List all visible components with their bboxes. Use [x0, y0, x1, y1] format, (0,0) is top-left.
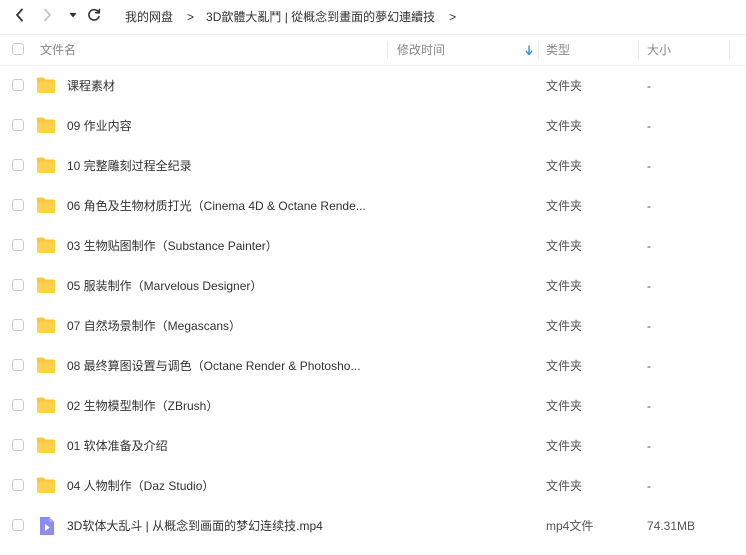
file-size: - [647, 479, 651, 493]
file-row[interactable]: 课程素材 文件夹 - [0, 66, 746, 106]
file-name[interactable]: 04 人物制作（Daz Studio） [67, 466, 385, 506]
forward-button[interactable] [36, 4, 58, 26]
file-row[interactable]: 3D软体大乱斗 | 从概念到画面的梦幻连续技.mp4 mp4文件 74.31MB [0, 506, 746, 546]
file-row[interactable]: 08 最终算图设置与调色（Octane Render & Photosho...… [0, 346, 746, 386]
folder-icon [37, 197, 55, 213]
sort-descending-icon[interactable] [524, 44, 534, 56]
file-size: - [647, 439, 651, 453]
folder-icon [37, 357, 55, 373]
history-dropdown-button[interactable] [62, 4, 84, 26]
column-header-type[interactable]: 类型 [546, 35, 570, 65]
column-divider[interactable] [638, 41, 639, 59]
file-list-header: 文件名 修改时间 类型 大小 [0, 34, 746, 66]
file-row[interactable]: 06 角色及生物材质打光（Cinema 4D & Octane Rende...… [0, 186, 746, 226]
breadcrumb-item-home[interactable]: 我的网盘 [125, 8, 173, 25]
file-type: 文件夹 [546, 239, 583, 253]
file-row[interactable]: 01 软体准备及介绍 文件夹 - [0, 426, 746, 466]
file-name[interactable]: 08 最终算图设置与调色（Octane Render & Photosho... [67, 346, 385, 386]
file-row[interactable]: 10 完整雕刻过程全纪录 文件夹 - [0, 146, 746, 186]
row-checkbox[interactable] [12, 479, 24, 491]
breadcrumb-separator[interactable]: > [449, 10, 456, 24]
file-size: 74.31MB [647, 519, 696, 533]
file-size: - [647, 79, 651, 93]
folder-icon [37, 237, 55, 253]
caret-down-icon [69, 13, 77, 18]
folder-icon [37, 317, 55, 333]
folder-icon [37, 397, 55, 413]
file-type: 文件夹 [546, 79, 583, 93]
file-name[interactable]: 09 作业内容 [67, 106, 385, 146]
folder-icon [37, 477, 55, 493]
column-divider[interactable] [387, 41, 388, 59]
chevron-left-icon [16, 8, 23, 22]
file-name[interactable]: 07 自然场景制作（Megascans） [67, 306, 385, 346]
folder-icon [37, 117, 55, 133]
folder-icon [37, 437, 55, 453]
chevron-right-icon [44, 8, 51, 22]
file-size: - [647, 279, 651, 293]
folder-icon [37, 77, 55, 93]
row-checkbox[interactable] [12, 79, 24, 91]
file-row[interactable]: 09 作业内容 文件夹 - [0, 106, 746, 146]
file-row[interactable]: 04 人物制作（Daz Studio） 文件夹 - [0, 466, 746, 506]
file-type: 文件夹 [546, 439, 583, 453]
column-header-modified[interactable]: 修改时间 [397, 35, 445, 65]
file-size: - [647, 119, 651, 133]
row-checkbox[interactable] [12, 359, 24, 371]
file-size: - [647, 359, 651, 373]
file-type: 文件夹 [546, 319, 583, 333]
column-header-name[interactable]: 文件名 [40, 35, 76, 65]
row-checkbox[interactable] [12, 239, 24, 251]
video-file-icon [40, 517, 54, 535]
file-name[interactable]: 3D软体大乱斗 | 从概念到画面的梦幻连续技.mp4 [67, 506, 385, 546]
file-name[interactable]: 03 生物贴图制作（Substance Painter） [67, 226, 385, 266]
file-type: 文件夹 [546, 159, 583, 173]
column-header-size[interactable]: 大小 [647, 35, 671, 65]
file-row[interactable]: 07 自然场景制作（Megascans） 文件夹 - [0, 306, 746, 346]
file-name[interactable]: 06 角色及生物材质打光（Cinema 4D & Octane Rende... [67, 186, 385, 226]
refresh-button[interactable] [83, 4, 105, 26]
toolbar: 我的网盘 > 3D歆體大亂鬥 | 從概念到畫面的夢幻連續技 > [0, 0, 746, 30]
file-row[interactable]: 05 服装制作（Marvelous Designer） 文件夹 - [0, 266, 746, 306]
file-name[interactable]: 01 软体准备及介绍 [67, 426, 385, 466]
refresh-icon [88, 8, 101, 21]
file-type: 文件夹 [546, 199, 583, 213]
file-name[interactable]: 10 完整雕刻过程全纪录 [67, 146, 385, 186]
file-row[interactable]: 03 生物贴图制作（Substance Painter） 文件夹 - [0, 226, 746, 266]
row-checkbox[interactable] [12, 199, 24, 211]
file-size: - [647, 319, 651, 333]
row-checkbox[interactable] [12, 119, 24, 131]
file-size: - [647, 199, 651, 213]
file-name[interactable]: 02 生物模型制作（ZBrush） [67, 386, 385, 426]
row-checkbox[interactable] [12, 319, 24, 331]
back-button[interactable] [9, 4, 31, 26]
file-name[interactable]: 05 服装制作（Marvelous Designer） [67, 266, 385, 306]
file-type: 文件夹 [546, 119, 583, 133]
folder-icon [37, 157, 55, 173]
breadcrumb-separator: > [187, 9, 195, 24]
file-type: 文件夹 [546, 359, 583, 373]
column-divider[interactable] [729, 41, 730, 59]
breadcrumb-item-current-folder[interactable]: 3D歆體大亂鬥 | 從概念到畫面的夢幻連續技 [206, 8, 435, 25]
file-type: mp4文件 [546, 519, 594, 533]
file-type: 文件夹 [546, 399, 583, 413]
file-type: 文件夹 [546, 279, 583, 293]
folder-icon [37, 277, 55, 293]
file-name[interactable]: 课程素材 [67, 66, 385, 106]
file-row[interactable]: 02 生物模型制作（ZBrush） 文件夹 - [0, 386, 746, 426]
row-checkbox[interactable] [12, 279, 24, 291]
file-size: - [647, 159, 651, 173]
file-size: - [647, 399, 651, 413]
file-list: 课程素材 文件夹 - 09 作业内容 文件夹 - 10 完整雕刻过程全纪录 文件… [0, 66, 746, 546]
row-checkbox[interactable] [12, 519, 24, 531]
row-checkbox[interactable] [12, 439, 24, 451]
file-size: - [647, 239, 651, 253]
column-divider[interactable] [538, 41, 539, 59]
row-checkbox[interactable] [12, 159, 24, 171]
file-type: 文件夹 [546, 479, 583, 493]
breadcrumb: 我的网盘 > 3D歆體大亂鬥 | 從概念到畫面的夢幻連續技 > [125, 8, 468, 25]
row-checkbox[interactable] [12, 399, 24, 411]
select-all-checkbox[interactable] [12, 43, 24, 55]
